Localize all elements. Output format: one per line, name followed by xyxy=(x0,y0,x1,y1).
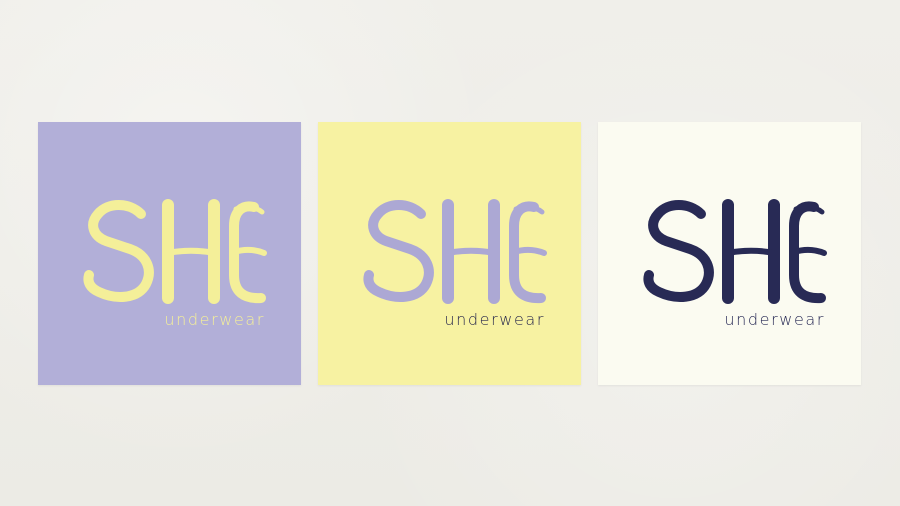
logo-card-cream: underwear xyxy=(598,122,861,385)
tagline: underwear xyxy=(444,310,545,329)
logo-card-yellow: underwear xyxy=(318,122,581,385)
she-wordmark xyxy=(643,199,827,304)
tagline: underwear xyxy=(164,310,265,329)
she-wordmark xyxy=(363,199,547,304)
tagline: underwear xyxy=(724,310,825,329)
she-wordmark xyxy=(83,199,267,304)
logo-card-lavender: underwear xyxy=(38,122,301,385)
